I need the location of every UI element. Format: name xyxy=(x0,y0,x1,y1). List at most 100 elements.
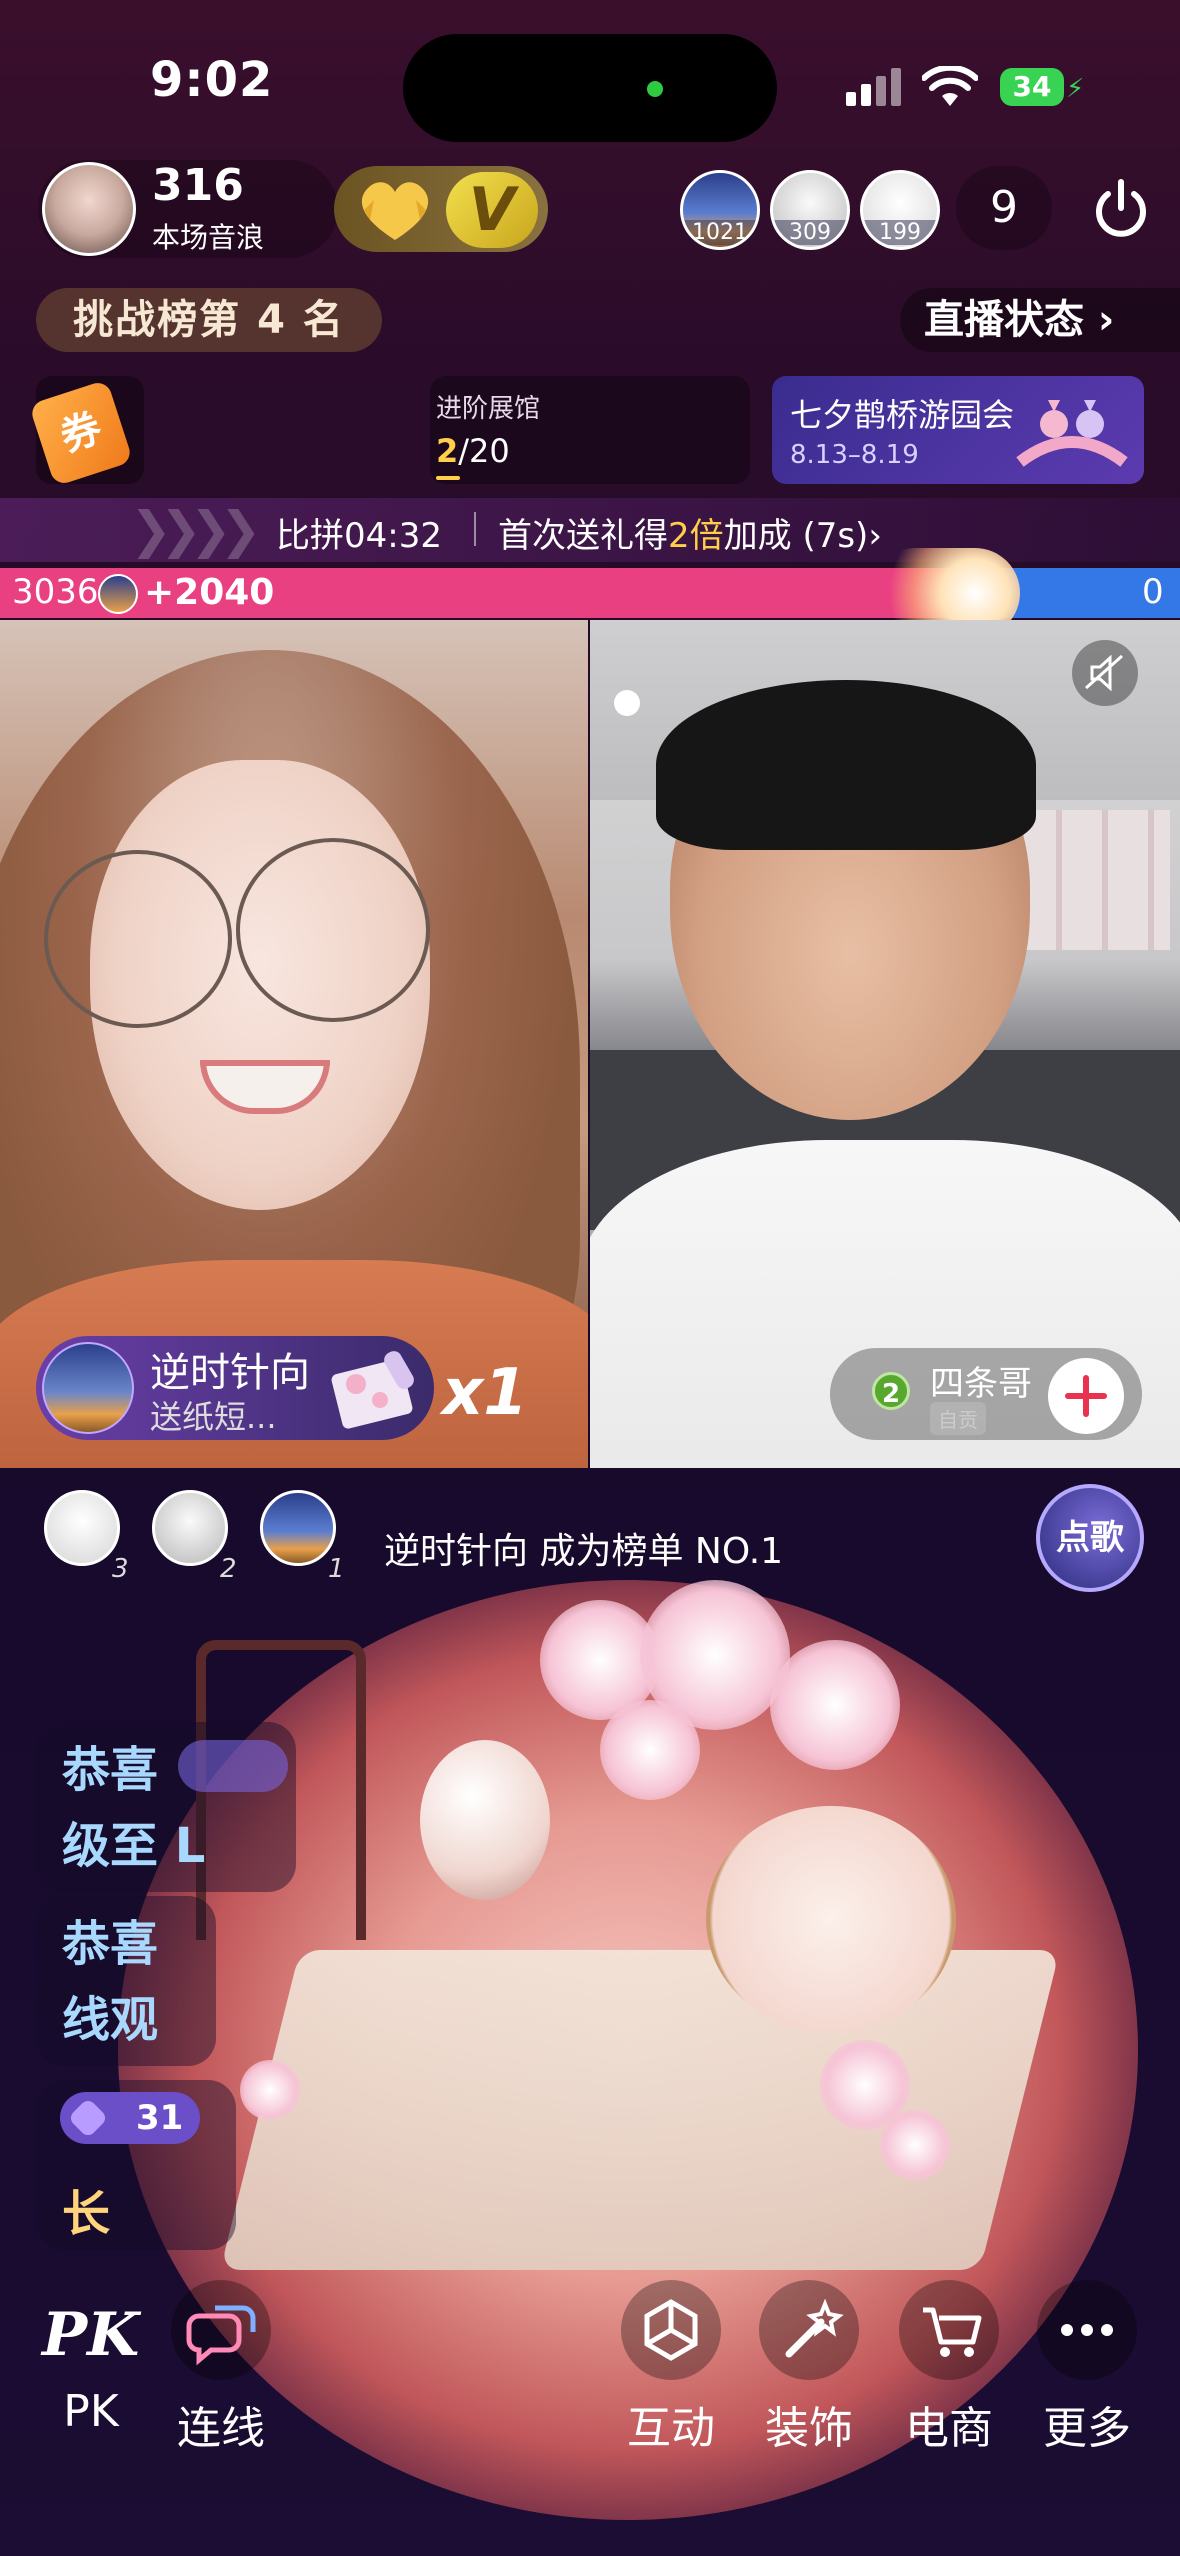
rank-number: 3 xyxy=(112,1554,129,1584)
level-gem-icon xyxy=(67,2097,109,2139)
pk-tip-suffix: 加成 (7s)› xyxy=(723,516,882,556)
shopping-cart-icon xyxy=(899,2280,999,2380)
host-avatar[interactable] xyxy=(42,162,136,256)
live-status-button[interactable]: 直播状态 › xyxy=(900,288,1180,352)
divider xyxy=(474,512,476,546)
pk-label: PK xyxy=(63,2386,119,2437)
opponent-name: 四条哥 xyxy=(930,1364,1032,1404)
coupon-ticket-icon: 券 xyxy=(28,379,134,487)
connect-label: 连线 xyxy=(177,2403,265,2454)
more-button[interactable]: 更多 xyxy=(1032,2280,1142,2456)
decorate-wand-icon xyxy=(759,2280,859,2380)
challenge-rank-pill[interactable]: 挑战榜第 4 名 xyxy=(36,288,382,352)
gallery-progress-underline xyxy=(436,476,460,480)
blossom xyxy=(240,2060,300,2120)
opponent-level-badge: 2 xyxy=(872,1372,910,1410)
gallery-progress: 2/20 xyxy=(436,432,510,470)
chat-level-chip xyxy=(178,1740,288,1792)
mute-icon[interactable] xyxy=(1072,640,1138,706)
interact-label: 互动 xyxy=(627,2403,715,2454)
ranking-message: 逆时针向 成为榜单 NO.1 xyxy=(384,1531,784,1572)
chat-level-chip: 31 xyxy=(60,2092,200,2144)
gift-count: x1 xyxy=(442,1356,528,1430)
follow-plus-icon[interactable] xyxy=(1048,1358,1124,1434)
video-opponent-right[interactable] xyxy=(590,620,1180,1468)
blossom xyxy=(880,2110,950,2180)
coupon-label: 券 xyxy=(54,404,108,462)
pk-left-score: 3036 xyxy=(12,572,99,612)
top-viewer-avatar[interactable]: 309 xyxy=(770,170,850,250)
viewer-contribution: 1021 xyxy=(683,220,757,245)
pk-button[interactable]: PK xyxy=(36,2386,146,2437)
viewer-contribution: 199 xyxy=(863,220,937,245)
blossom xyxy=(600,1700,700,1800)
wifi-icon xyxy=(922,66,978,106)
connect-button[interactable]: 连线 xyxy=(166,2280,276,2456)
connect-icon xyxy=(171,2280,271,2380)
dynamic-island xyxy=(403,34,777,142)
pk-left-gain: +2040 xyxy=(144,572,275,613)
gallery-title: 进阶展馆 xyxy=(436,394,541,424)
fan-club-heart-icon[interactable] xyxy=(350,170,440,246)
chat-line: 恭喜 xyxy=(62,1916,159,1972)
hair xyxy=(656,680,1036,850)
chevrons-decoration: ❯❯❯❯ xyxy=(130,501,262,559)
glasses-left xyxy=(44,850,232,1028)
top-viewer-avatar[interactable]: 1021 xyxy=(680,170,760,250)
more-label: 更多 xyxy=(1043,2403,1131,2454)
paper-scroll-gift-icon xyxy=(331,1351,414,1429)
rank-number: 2 xyxy=(220,1554,237,1584)
gallery-total: /20 xyxy=(458,432,510,470)
chat-line: 级至 L xyxy=(62,1818,206,1874)
animation-round-fan xyxy=(706,1806,956,2032)
blossom xyxy=(770,1640,900,1770)
cellular-signal-icon xyxy=(846,66,902,106)
pk-timer: 比拼04:32 xyxy=(276,516,442,556)
song-request-button[interactable]: 点歌 xyxy=(1036,1484,1144,1592)
gift-sender-avatar[interactable] xyxy=(42,1342,134,1434)
gift-description: 送纸短... xyxy=(150,1398,277,1436)
rank-avatar-3[interactable] xyxy=(44,1490,120,1566)
decorate-button[interactable]: 装饰 xyxy=(754,2280,864,2456)
chat-line: 长 xyxy=(62,2186,111,2242)
status-time: 9:02 xyxy=(150,52,274,108)
animation-vase xyxy=(420,1740,550,1900)
battery-indicator: 34 xyxy=(1000,68,1064,106)
coupon-button[interactable]: 券 xyxy=(28,376,144,487)
more-dots-icon xyxy=(1037,2280,1137,2380)
event-date: 8.13–8.19 xyxy=(790,440,919,470)
pk-contributor-avatar xyxy=(98,574,138,614)
rank-avatar-1[interactable] xyxy=(260,1490,336,1566)
pk-bonus-tip[interactable]: 首次送礼得2倍加成 (7s)› xyxy=(498,508,882,557)
charging-icon: ⚡ xyxy=(1066,74,1085,104)
chat-line: 恭喜 xyxy=(62,1742,159,1798)
shop-button[interactable]: 电商 xyxy=(894,2280,1004,2456)
pk-right-score: 0 xyxy=(1142,572,1164,612)
viewer-count[interactable]: 9 xyxy=(956,166,1052,250)
viewer-contribution: 309 xyxy=(773,220,847,245)
top-viewer-avatar[interactable]: 199 xyxy=(860,170,940,250)
gift-sender-name: 逆时针向 xyxy=(150,1350,310,1396)
shop-label: 电商 xyxy=(905,2403,993,2454)
power-icon[interactable] xyxy=(1086,174,1156,244)
camera-indicator-dot xyxy=(647,81,663,97)
animation-table xyxy=(220,1950,1060,2270)
pk-logo-icon[interactable]: PK xyxy=(42,2300,139,2370)
rank-avatar-2[interactable] xyxy=(152,1490,228,1566)
pk-tip-highlight: 2倍 xyxy=(668,516,724,556)
ceiling-light xyxy=(614,690,640,716)
decorate-label: 装饰 xyxy=(765,2403,853,2454)
pk-tip-prefix: 首次送礼得 xyxy=(498,516,668,556)
rank-number: 1 xyxy=(328,1554,345,1584)
chat-line: 线观 xyxy=(62,1992,159,2048)
opponent-location-tag: 自贡 xyxy=(930,1402,986,1435)
interact-icon xyxy=(621,2280,721,2380)
magpie-bridge-icon xyxy=(1016,400,1128,467)
interact-button[interactable]: 互动 xyxy=(616,2280,726,2456)
vip-badge[interactable]: V xyxy=(446,172,538,248)
host-score-label: 本场音浪 xyxy=(152,221,265,254)
glasses-right xyxy=(236,838,430,1022)
event-title: 七夕鹊桥游园会 xyxy=(790,396,1015,434)
gallery-current: 2 xyxy=(436,432,459,470)
chat-level-number: 31 xyxy=(136,2098,184,2138)
